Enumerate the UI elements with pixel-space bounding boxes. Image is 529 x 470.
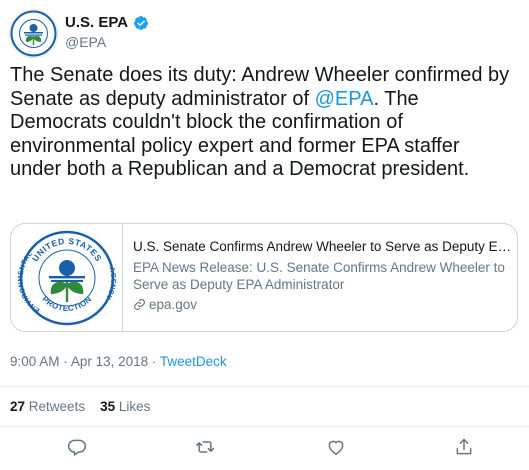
divider [0,426,529,427]
card-domain: epa.gov [133,296,507,313]
author-handle[interactable]: @EPA [65,34,106,50]
avatar[interactable] [9,9,58,58]
card-body: U.S. Senate Confirms Andrew Wheeler to S… [123,224,517,331]
tweet-text: The Senate does its duty: Andrew Wheeler… [10,64,515,182]
tweet-stats: 27 Retweets 35 Likes [10,399,150,414]
share-button[interactable] [452,435,476,459]
divider [0,386,529,387]
mention-link[interactable]: @EPA [315,88,374,110]
share-icon [456,438,472,455]
card-title[interactable]: U.S. Senate Confirms Andrew Wheeler to S… [133,238,515,255]
tweet-date[interactable]: Apr 13, 2018 [71,354,148,369]
likes-count: 35 [100,399,116,414]
tweet-meta: 9:00 AM · Apr 13, 2018 · TweetDeck [10,354,227,369]
reply-button[interactable] [65,435,89,459]
retweet-button[interactable] [193,435,217,459]
card-domain-text: epa.gov [149,297,198,312]
likes-stat[interactable]: 35 Likes [100,399,150,414]
verified-badge-icon [134,16,149,30]
link-card[interactable]: UNITED STATES ENVIRONMENTAL AGENCY PROTE… [10,223,518,332]
retweets-count: 27 [10,399,26,414]
retweets-stat[interactable]: 27 Retweets [10,399,85,414]
like-button[interactable] [324,435,348,459]
retweets-label: Retweets [28,399,86,414]
epa-seal-icon: UNITED STATES ENVIRONMENTAL AGENCY PROTE… [17,230,116,325]
action-bar [0,435,529,459]
author-display-name[interactable]: U.S. EPA [65,14,128,32]
link-icon [134,299,145,310]
reply-icon [67,439,87,456]
likes-label: Likes [118,399,151,414]
tweet-source[interactable]: TweetDeck [160,354,227,369]
retweet-icon [195,441,215,453]
tweet-time[interactable]: 9:00 AM [10,354,60,369]
card-thumbnail: UNITED STATES ENVIRONMENTAL AGENCY PROTE… [11,224,123,331]
tweet-text-before: The Senate does its duty: Andrew Wheeler… [10,64,510,110]
epa-logo-icon [10,10,57,57]
meta-separator: · [151,354,157,369]
author-name[interactable]: U.S. EPA [65,14,149,32]
card-description: EPA News Release: U.S. Senate Confirms A… [133,260,505,292]
like-icon [328,440,344,455]
meta-separator: · [63,354,68,369]
